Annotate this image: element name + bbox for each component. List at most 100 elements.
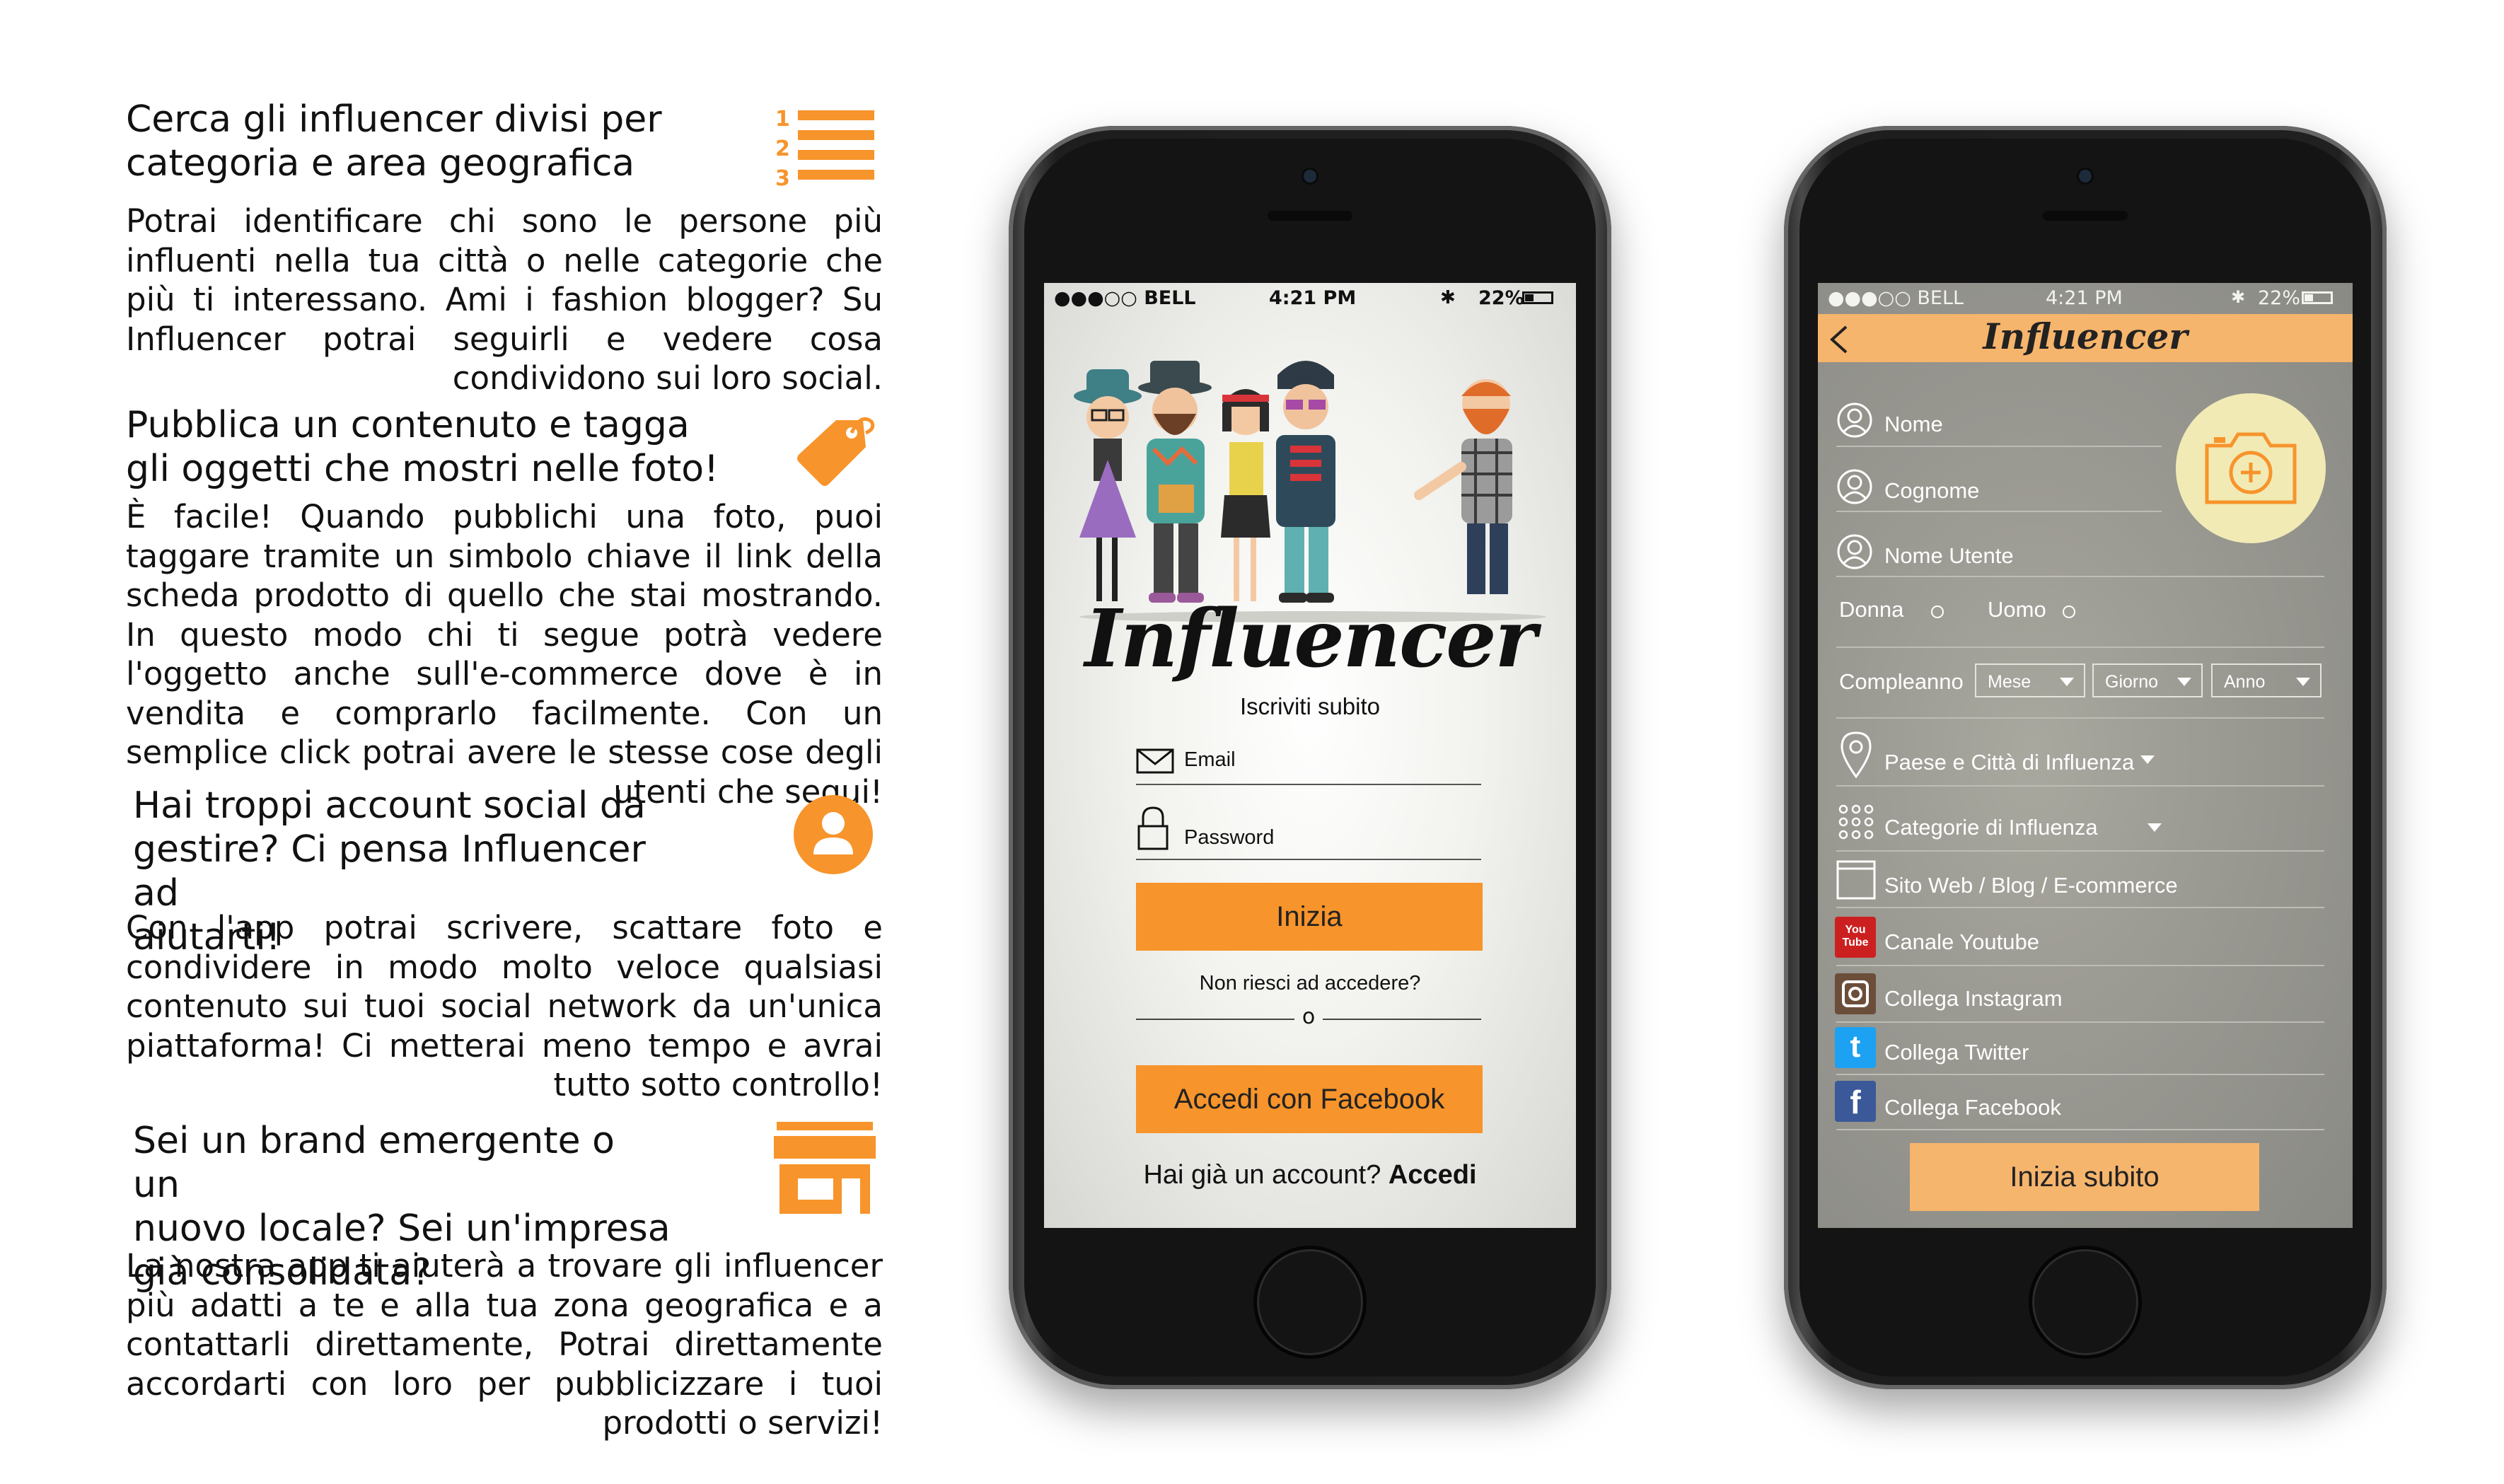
row-divider [1836,965,2324,966]
people-illustration [1074,361,1546,622]
row-divider [1836,1074,2324,1075]
email-field[interactable]: Email [1136,744,1481,784]
feature-title-line: gestire? Ci pensa Influencer ad [133,828,646,915]
row-divider [1836,576,2324,577]
twitter-connect-field[interactable]: t Collega Twitter [1835,1026,2323,1071]
twitter-icon: t [1835,1027,1876,1068]
earpiece-speaker [2043,211,2128,221]
birth-day-value: Giorno [2105,672,2159,692]
start-button[interactable]: Inizia [1136,883,1483,951]
password-underline [1136,859,1481,860]
feature-title-line: gli oggetti che mostri nelle foto! [126,448,719,490]
feature-title-line: nuovo locale? Sei un'impresa [133,1207,671,1250]
list-digit: 2 [775,137,790,161]
username-label: Nome Utente [1884,543,2014,568]
feature-title-line: Hai troppi account social da [133,784,646,827]
first-name-label: Nome [1884,412,1943,436]
status-bar: ●●●○○ BELL 4:21 PM ✱ 22% [1818,283,2353,314]
phone-login: ●●●○○ BELL 4:21 PM ✱ 22% Influencer Iscr… [1009,126,1611,1389]
radio-circle-icon [1931,605,1944,618]
forgot-access-link[interactable]: Non riesci ad accedere? [1044,972,1576,995]
row-divider [1836,717,2324,719]
youtube-channel-field[interactable]: You Tube Canale Youtube [1835,915,2323,961]
list-digit: 1 [775,107,790,132]
caret-down-icon [2177,678,2191,686]
feature-title-line: categoria e area geografica [126,142,635,185]
user-circle-icon [794,795,873,874]
start-now-button[interactable]: Inizia subito [1910,1143,2259,1211]
carrier-text: ●●●○○ BELL [1828,287,1964,309]
instagram-connect-field[interactable]: Collega Instagram [1835,972,2323,1017]
feature-title-line: Cerca gli influencer divisi per [126,98,662,141]
feature-body: È facile! Quando pubblichi una foto, puo… [126,498,883,811]
youtube-label: Canale Youtube [1884,929,2039,954]
bluetooth-icon: ✱ [2231,287,2246,307]
facebook-connect-field[interactable]: f Collega Facebook [1835,1079,2323,1125]
username-field[interactable]: Nome Utente [1836,531,2331,573]
status-bar: ●●●○○ BELL 4:21 PM ✱ 22% [1044,283,1576,314]
login-link[interactable]: Accedi [1389,1160,1477,1190]
youtube-icon: You Tube [1835,917,1876,958]
app-header: Influencer [1818,314,2353,362]
twitter-label: Collega Twitter [1884,1040,2029,1065]
radio-circle-icon [2063,605,2075,618]
country-city-select[interactable]: Paese e Città di Influenza [1836,729,2324,781]
front-camera [1304,170,1316,182]
home-button[interactable] [2029,1246,2142,1359]
feature-body: Potrai identificare chi sono le persone … [126,202,883,397]
row-divider [1836,1129,2324,1130]
website-field[interactable]: Sito Web / Blog / E-commerce [1836,857,2324,903]
facebook-icon: f [1835,1081,1876,1122]
row-divider [1836,446,2162,447]
website-label: Sito Web / Blog / E-commerce [1884,873,2178,898]
camera-add-icon [2205,432,2297,504]
have-account-row: Hai già un account? Accedi [1044,1160,1576,1190]
row-divider [1836,907,2324,908]
header-logo: Influencer [1983,315,2188,357]
price-tag-icon [797,417,875,486]
last-name-label: Cognome [1884,478,1980,503]
storefront-icon [774,1122,876,1214]
row-divider [1836,511,2162,512]
front-camera [2079,170,2092,182]
carrier-text: ●●●○○ BELL [1054,287,1196,309]
birthday-label: Compleanno [1839,669,1964,694]
app-logo: Influencer [1084,593,1536,685]
battery-percent: 22% [2258,287,2301,309]
numbered-list-icon: 1 2 3 [775,107,874,191]
instagram-icon [1835,973,1876,1014]
feature-title: Pubblica un contenuto e tagga gli oggett… [126,403,719,491]
status-time: 4:21 PM [1269,287,1357,309]
login-screen: ●●●○○ BELL 4:21 PM ✱ 22% Influencer Iscr… [1044,283,1576,1228]
youtube-badge-line: Tube [1842,937,1869,949]
register-screen: ●●●○○ BELL 4:21 PM ✱ 22% Influencer Nome… [1818,283,2353,1228]
last-name-field[interactable]: Cognome [1836,465,2162,508]
home-button[interactable] [1253,1246,1367,1359]
birth-year-value: Anno [2224,672,2266,692]
have-account-text: Hai già un account? [1143,1160,1381,1190]
category-select[interactable]: Categorie di Influenza [1836,798,2324,843]
country-city-label: Paese e Città di Influenza [1884,750,2135,775]
photo-upload-button[interactable] [2176,393,2326,543]
birth-year-select[interactable]: Anno [2211,663,2322,697]
birth-day-select[interactable]: Giorno [2092,663,2203,697]
signup-subtitle: Iscriviti subito [1239,693,1381,719]
feature-body: Con l'app potrai scrivere, scattare foto… [126,909,883,1103]
battery-icon [1522,291,1553,304]
feature-title: Cerca gli influencer divisi per categori… [126,98,662,185]
row-divider [1836,850,2324,852]
facebook-login-button[interactable]: Accedi con Facebook [1136,1065,1483,1133]
status-time: 4:21 PM [2046,287,2123,309]
browser-window-icon [1836,860,1876,900]
row-divider [1836,785,2324,787]
birth-month-select[interactable]: Mese [1975,663,2085,697]
instagram-label: Collega Instagram [1884,986,2063,1011]
location-pin-icon [1841,731,1872,778]
password-field[interactable]: Password [1136,806,1481,856]
email-label: Email [1184,748,1236,771]
caret-down-icon [2147,823,2162,832]
facebook-label: Collega Facebook [1884,1095,2061,1120]
first-name-field[interactable]: Nome [1836,399,2162,441]
gender-male-label: Uomo [1988,597,2046,622]
grid-dots-icon [1838,804,1874,840]
